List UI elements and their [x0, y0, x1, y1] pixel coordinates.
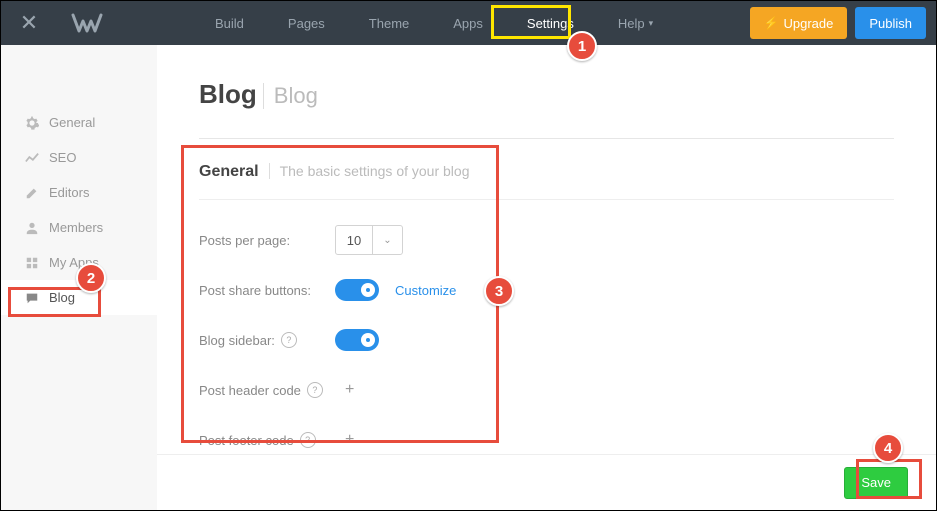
- gear-icon: [25, 116, 49, 130]
- close-icon[interactable]: ✕: [11, 10, 47, 36]
- label-text: Post header code: [199, 383, 301, 398]
- chevron-down-icon: ▾: [649, 18, 654, 29]
- field-posts-per-page: Posts per page: 10 ⌄: [199, 222, 894, 258]
- posts-per-page-select[interactable]: 10 ⌄: [335, 225, 403, 255]
- upgrade-button[interactable]: ⚡ Upgrade: [750, 7, 848, 39]
- help-icon[interactable]: ?: [307, 382, 323, 398]
- share-buttons-toggle[interactable]: [335, 279, 379, 301]
- chat-icon: [25, 291, 49, 305]
- sidebar-item-members[interactable]: Members: [1, 210, 157, 245]
- sidebar-item-editors[interactable]: Editors: [1, 175, 157, 210]
- save-bar: Save: [157, 454, 936, 510]
- section-subtitle: The basic settings of your blog: [269, 163, 470, 179]
- field-share-buttons: Post share buttons: Customize: [199, 272, 894, 308]
- sidebar-item-seo[interactable]: SEO: [1, 140, 157, 175]
- trend-icon: [25, 151, 49, 165]
- nav-theme[interactable]: Theme: [347, 1, 431, 45]
- bolt-icon: ⚡: [764, 16, 779, 30]
- page-subtitle: Blog: [263, 83, 318, 109]
- field-label: Blog sidebar: ?: [199, 332, 335, 348]
- field-label: Post share buttons:: [199, 283, 335, 298]
- save-button[interactable]: Save: [844, 467, 908, 499]
- grid-icon: [25, 256, 49, 270]
- section-title: General: [199, 163, 259, 181]
- field-label: Post footer code ?: [199, 432, 335, 448]
- nav-pages[interactable]: Pages: [266, 1, 347, 45]
- field-label: Posts per page:: [199, 233, 335, 248]
- divider: [199, 199, 894, 200]
- upgrade-label: Upgrade: [783, 16, 833, 31]
- annotation-callout-3: 3: [484, 276, 514, 306]
- sidebar-item-general[interactable]: General: [1, 105, 157, 140]
- nav-help-label: Help: [618, 16, 645, 31]
- annotation-callout-4: 4: [873, 433, 903, 463]
- field-label: Post header code ?: [199, 382, 335, 398]
- publish-button[interactable]: Publish: [855, 7, 926, 39]
- field-blog-sidebar: Blog sidebar: ?: [199, 322, 894, 358]
- label-text: Post footer code: [199, 433, 294, 448]
- select-value: 10: [336, 226, 372, 254]
- nav-build[interactable]: Build: [193, 1, 266, 45]
- page-title: Blog: [199, 79, 257, 110]
- chevron-down-icon: ⌄: [372, 226, 402, 254]
- content-area: Blog Blog General The basic settings of …: [157, 45, 936, 510]
- field-header-code: Post header code ? +: [199, 372, 894, 408]
- blog-sidebar-toggle[interactable]: [335, 329, 379, 351]
- divider: [199, 138, 894, 139]
- annotation-callout-1: 1: [567, 31, 597, 61]
- page-title-row: Blog Blog: [199, 79, 894, 110]
- help-icon[interactable]: ?: [300, 432, 316, 448]
- customize-link[interactable]: Customize: [395, 283, 456, 298]
- sidebar-item-label: Editors: [49, 185, 89, 200]
- add-footer-code-button[interactable]: +: [345, 431, 354, 449]
- sidebar-item-label: Blog: [49, 290, 75, 305]
- help-icon[interactable]: ?: [281, 332, 297, 348]
- annotation-callout-2: 2: [76, 263, 106, 293]
- top-bar: ✕ Build Pages Theme Apps Settings Help▾ …: [1, 1, 936, 45]
- sidebar-item-label: General: [49, 115, 95, 130]
- user-icon: [25, 221, 49, 235]
- general-section: General The basic settings of your blog …: [199, 163, 894, 458]
- weebly-logo-icon[interactable]: [71, 13, 103, 33]
- sidebar-item-label: Members: [49, 220, 103, 235]
- sidebar-item-label: SEO: [49, 150, 76, 165]
- field-footer-code: Post footer code ? +: [199, 422, 894, 458]
- nav-help[interactable]: Help ▾: [596, 1, 675, 45]
- top-nav: Build Pages Theme Apps Settings Help▾: [193, 1, 675, 45]
- nav-apps[interactable]: Apps: [431, 1, 505, 45]
- label-text: Blog sidebar:: [199, 333, 275, 348]
- add-header-code-button[interactable]: +: [345, 381, 354, 399]
- pencil-icon: [25, 186, 49, 200]
